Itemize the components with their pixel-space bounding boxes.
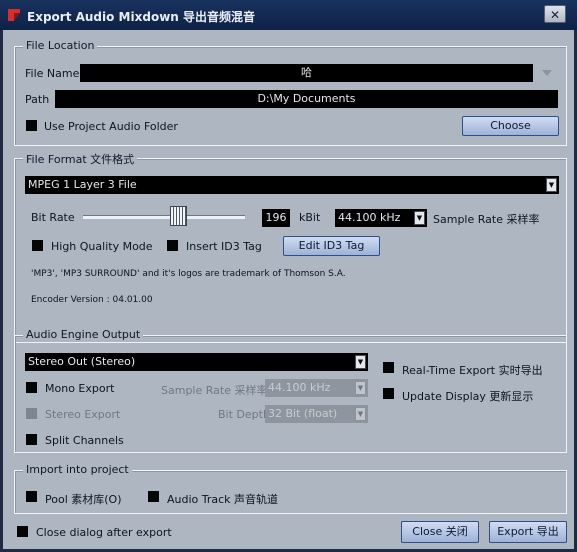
- chevron-down-icon: ▼: [355, 355, 366, 369]
- file-name-label: File Name: [25, 67, 80, 80]
- bit-rate-unit: kBit: [299, 211, 321, 224]
- window-title: Export Audio Mixdown 导出音频混音: [27, 10, 255, 24]
- bit-rate-slider-track: [83, 215, 245, 219]
- insert-id3-checkbox[interactable]: [167, 240, 178, 251]
- chevron-down-icon: ▼: [355, 407, 366, 421]
- choose-button[interactable]: Choose: [462, 116, 559, 136]
- output-bus-value: Stereo Out (Stereo): [28, 355, 136, 368]
- export-button[interactable]: Export 导出: [489, 521, 567, 543]
- chevron-down-icon: ▼: [355, 381, 366, 395]
- split-channels-label: Split Channels: [45, 434, 124, 447]
- file-format-value: MPEG 1 Layer 3 File: [28, 178, 137, 191]
- bit-depth-value: 32 Bit (float): [268, 407, 338, 420]
- chevron-down-icon: ▼: [546, 178, 557, 192]
- format-sample-rate-value: 44.100 kHz: [338, 211, 401, 224]
- split-channels-checkbox[interactable]: [26, 434, 37, 445]
- audio-engine-output-group: Audio Engine Output Stereo Out (Stereo) …: [14, 328, 567, 453]
- audio-track-label: Audio Track 声音轨道: [167, 493, 279, 506]
- import-into-project-group: Import into project Pool 素材库(O) Audio Tr…: [14, 463, 567, 514]
- audio-track-checkbox[interactable]: [148, 491, 159, 502]
- close-after-export-checkbox[interactable]: [17, 526, 28, 537]
- mono-export-checkbox[interactable]: [26, 382, 37, 393]
- file-name-input[interactable]: 哈: [80, 64, 533, 82]
- file-location-group: File Location File Name 哈 Path D:\My Doc…: [14, 39, 567, 146]
- file-location-title: File Location: [23, 39, 98, 52]
- engine-sample-rate-label: Sample Rate 采样率: [161, 384, 268, 397]
- import-into-project-title: Import into project: [23, 463, 132, 476]
- stereo-export-label: Stereo Export: [45, 408, 121, 421]
- mono-export-label: Mono Export: [45, 382, 115, 395]
- bit-rate-slider[interactable]: [83, 204, 245, 228]
- high-quality-checkbox[interactable]: [32, 240, 43, 251]
- bit-rate-label: Bit Rate: [31, 211, 75, 224]
- stereo-export-checkbox[interactable]: [26, 408, 37, 419]
- pool-label: Pool 素材库(O): [45, 493, 122, 506]
- pool-checkbox[interactable]: [26, 491, 37, 502]
- file-format-group: File Format 文件格式 MPEG 1 Layer 3 File ▼ B…: [14, 151, 567, 343]
- bit-depth-dropdown[interactable]: 32 Bit (float) ▼: [265, 405, 368, 423]
- update-display-checkbox[interactable]: [383, 388, 394, 399]
- close-button[interactable]: Close 关闭: [401, 521, 479, 543]
- bit-rate-value[interactable]: 196: [262, 209, 290, 227]
- chevron-down-icon: [542, 70, 552, 76]
- format-sample-rate-dropdown[interactable]: 44.100 kHz ▼: [335, 209, 427, 227]
- audio-engine-output-title: Audio Engine Output: [23, 328, 144, 341]
- close-after-export-label: Close dialog after export: [36, 526, 172, 539]
- use-project-folder-checkbox[interactable]: [26, 120, 37, 131]
- update-display-label: Update Display 更新显示: [402, 390, 534, 403]
- format-sample-rate-label: Sample Rate 采样率: [433, 213, 540, 226]
- dialog-body: File Location File Name 哈 Path D:\My Doc…: [3, 30, 574, 549]
- cubase-logo-icon: [8, 9, 20, 21]
- title-bar[interactable]: Export Audio Mixdown 导出音频混音 ✕: [0, 0, 577, 30]
- trademark-notice: 'MP3', 'MP3 SURROUND' and it's logos are…: [31, 269, 346, 279]
- high-quality-label: High Quality Mode: [51, 240, 153, 253]
- engine-sample-rate-value: 44.100 kHz: [268, 381, 331, 394]
- bit-rate-slider-thumb[interactable]: [170, 206, 187, 226]
- chevron-down-icon: ▼: [414, 211, 425, 225]
- realtime-export-label: Real-Time Export 实时导出: [402, 364, 543, 377]
- engine-sample-rate-dropdown[interactable]: 44.100 kHz ▼: [265, 379, 368, 397]
- bit-depth-label: Bit Depth: [218, 408, 270, 421]
- edit-id3-tag-button[interactable]: Edit ID3 Tag: [283, 236, 380, 256]
- use-project-folder-label: Use Project Audio Folder: [44, 120, 178, 133]
- path-input[interactable]: D:\My Documents: [55, 90, 558, 108]
- realtime-export-checkbox[interactable]: [383, 362, 394, 373]
- output-bus-dropdown[interactable]: Stereo Out (Stereo) ▼: [25, 353, 368, 371]
- file-format-title: File Format 文件格式: [23, 151, 138, 167]
- encoder-version: Encoder Version : 04.01.00: [31, 295, 153, 305]
- file-format-dropdown[interactable]: MPEG 1 Layer 3 File ▼: [25, 176, 559, 194]
- file-name-history-dropdown[interactable]: [541, 64, 555, 82]
- insert-id3-label: Insert ID3 Tag: [186, 240, 262, 253]
- window-close-button[interactable]: ✕: [544, 5, 566, 23]
- path-label: Path: [25, 93, 50, 106]
